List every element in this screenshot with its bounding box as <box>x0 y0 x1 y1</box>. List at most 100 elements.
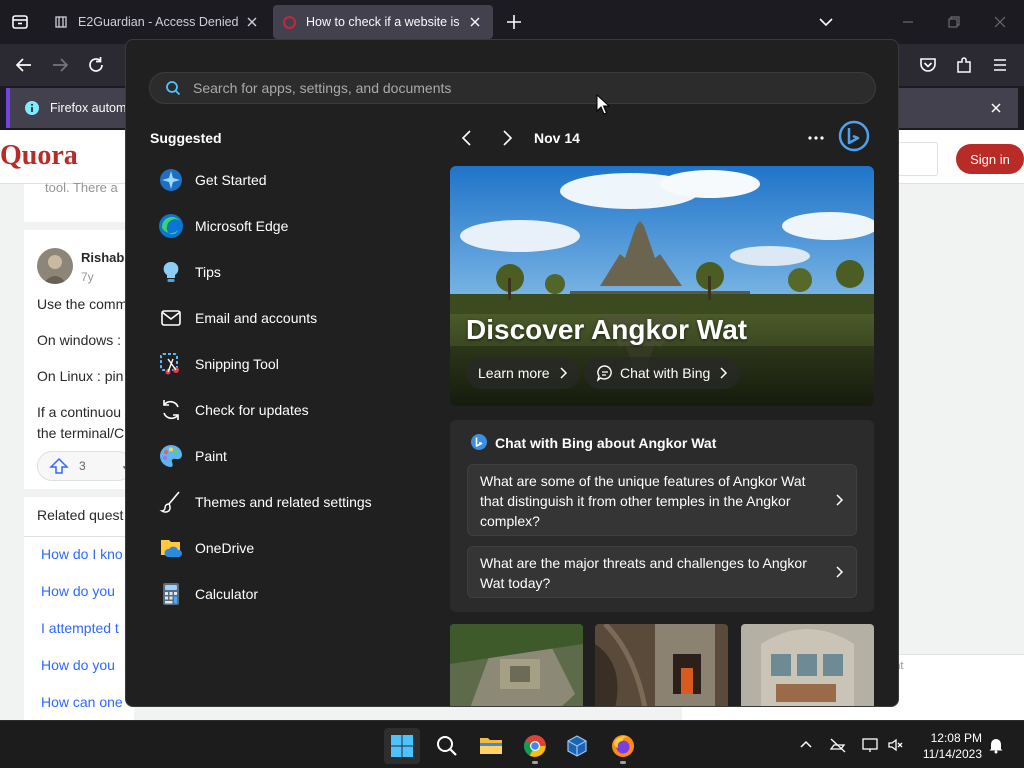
question-text: What are some of the unique features of … <box>480 473 806 529</box>
brush-icon <box>158 489 184 515</box>
app-email-accounts[interactable]: Email and accounts <box>158 301 418 335</box>
start-menu: Suggested Get Started Microsoft Edge Tip… <box>125 39 899 707</box>
start-search-box[interactable] <box>149 72 876 104</box>
chevron-left-icon[interactable] <box>458 128 476 148</box>
related-question-link[interactable]: How do I kno <box>41 546 123 562</box>
display-icon[interactable] <box>861 736 879 754</box>
related-question-link[interactable]: How can one <box>41 694 123 710</box>
clock-time[interactable]: 12:08 PM <box>926 731 982 745</box>
start-button[interactable] <box>384 728 420 764</box>
app-onedrive[interactable]: OneDrive <box>158 531 418 565</box>
related-question-link[interactable]: I attempted t <box>41 620 119 636</box>
close-icon[interactable] <box>988 100 1004 116</box>
close-icon[interactable] <box>467 14 483 30</box>
image-thumbnail[interactable] <box>450 624 583 706</box>
header-search-box[interactable] <box>896 142 938 176</box>
search-input[interactable] <box>193 80 793 96</box>
app-paint[interactable]: Paint <box>158 439 418 473</box>
app-check-updates[interactable]: Check for updates <box>158 393 418 427</box>
file-explorer-button[interactable] <box>473 728 509 764</box>
update-icon <box>158 397 184 423</box>
close-icon[interactable] <box>244 14 260 30</box>
clock-date[interactable]: 11/14/2023 <box>912 747 982 761</box>
virtualbox-icon <box>567 735 587 757</box>
related-questions-title: Related quest <box>37 507 124 523</box>
author-name[interactable]: Rishabl <box>81 250 128 265</box>
upvote-icon[interactable] <box>49 457 69 475</box>
onedrive-icon <box>158 535 184 561</box>
reload-icon[interactable] <box>85 54 107 76</box>
upvote-count: 3 <box>79 459 86 473</box>
mail-icon <box>158 305 184 331</box>
bing-icon[interactable] <box>838 120 870 152</box>
forward-arrow-icon[interactable] <box>49 54 71 76</box>
app-label: OneDrive <box>195 540 255 556</box>
menu-icon[interactable] <box>989 54 1011 76</box>
image-thumbnail[interactable] <box>741 624 874 706</box>
chevron-right-icon <box>836 494 844 506</box>
folder-icon <box>480 738 502 754</box>
new-tab-icon[interactable] <box>504 12 524 32</box>
edge-icon <box>158 213 184 239</box>
vote-control: 3 <box>37 451 137 481</box>
extensions-icon[interactable] <box>953 54 975 76</box>
tab-list-button[interactable] <box>8 11 32 33</box>
get-started-icon <box>158 167 184 193</box>
app-label: Tips <box>195 264 221 280</box>
tab-how-to-check[interactable]: How to check if a website is blo <box>273 5 493 39</box>
calculator-icon <box>158 581 184 607</box>
answer-snippet: tool. There a <box>45 180 118 195</box>
app-label: Snipping Tool <box>195 356 279 372</box>
network-disconnected-icon[interactable] <box>829 736 847 754</box>
app-microsoft-edge[interactable]: Microsoft Edge <box>158 209 418 243</box>
avatar[interactable] <box>37 248 73 284</box>
suggested-title: Suggested <box>150 130 222 146</box>
volume-muted-icon[interactable] <box>886 736 904 754</box>
app-label: Themes and related settings <box>195 494 372 510</box>
app-themes-settings[interactable]: Themes and related settings <box>158 485 418 519</box>
bing-question-card[interactable]: What are the major threats and challenge… <box>467 546 857 598</box>
firefox-icon <box>612 735 634 757</box>
pocket-icon[interactable] <box>917 54 939 76</box>
bing-question-card[interactable]: What are some of the unique features of … <box>467 464 857 536</box>
learn-more-button[interactable]: Learn more <box>466 357 580 389</box>
related-question-link[interactable]: How do you <box>41 657 115 673</box>
related-question-link[interactable]: How do you <box>41 583 115 599</box>
running-indicator <box>532 761 538 764</box>
chrome-button[interactable] <box>517 728 553 764</box>
more-options-icon[interactable] <box>806 128 826 148</box>
window-close-icon[interactable] <box>990 12 1010 32</box>
notification-bell-icon[interactable] <box>987 736 1005 754</box>
virtualbox-button[interactable] <box>559 728 595 764</box>
app-calculator[interactable]: Calculator <box>158 577 418 611</box>
sign-in-button[interactable]: Sign in <box>956 144 1024 174</box>
chevron-right-icon[interactable] <box>498 128 516 148</box>
running-indicator <box>620 761 626 764</box>
app-get-started[interactable]: Get Started <box>158 163 418 197</box>
chevron-up-icon[interactable] <box>797 736 815 754</box>
minimize-icon[interactable] <box>898 12 918 32</box>
back-arrow-icon[interactable] <box>13 54 35 76</box>
bing-hero-card[interactable]: Discover Angkor Wat Learn more Chat with… <box>450 166 874 406</box>
app-label: Check for updates <box>195 402 309 418</box>
question-text: What are the major threats and challenge… <box>480 555 807 591</box>
answer-card: tool. There a Rishabl 7y Use the comm On… <box>24 180 137 720</box>
image-thumbnail[interactable] <box>595 624 728 706</box>
app-snipping-tool[interactable]: Snipping Tool <box>158 347 418 381</box>
tab-title: How to check if a website is blo <box>306 15 461 29</box>
restore-icon[interactable] <box>944 12 964 32</box>
chat-with-bing-button[interactable]: Chat with Bing <box>584 357 741 389</box>
chevron-right-icon <box>836 566 844 578</box>
taskbar-search-button[interactable] <box>429 728 465 764</box>
quora-logo[interactable]: Quora <box>0 140 78 172</box>
chevron-down-icon[interactable] <box>816 13 836 31</box>
chat-with-bing-label: Chat with Bing <box>620 365 711 381</box>
search-icon <box>437 736 457 756</box>
firefox-button[interactable] <box>605 728 641 764</box>
chat-panel-title: Chat with Bing about Angkor Wat <box>495 435 717 451</box>
app-tips[interactable]: Tips <box>158 255 418 289</box>
paint-icon <box>158 443 184 469</box>
tab-e2guardian[interactable]: E2Guardian - Access Denied <box>44 4 270 40</box>
mouse-cursor-icon <box>596 94 610 115</box>
answer-time: 7y <box>81 270 94 284</box>
